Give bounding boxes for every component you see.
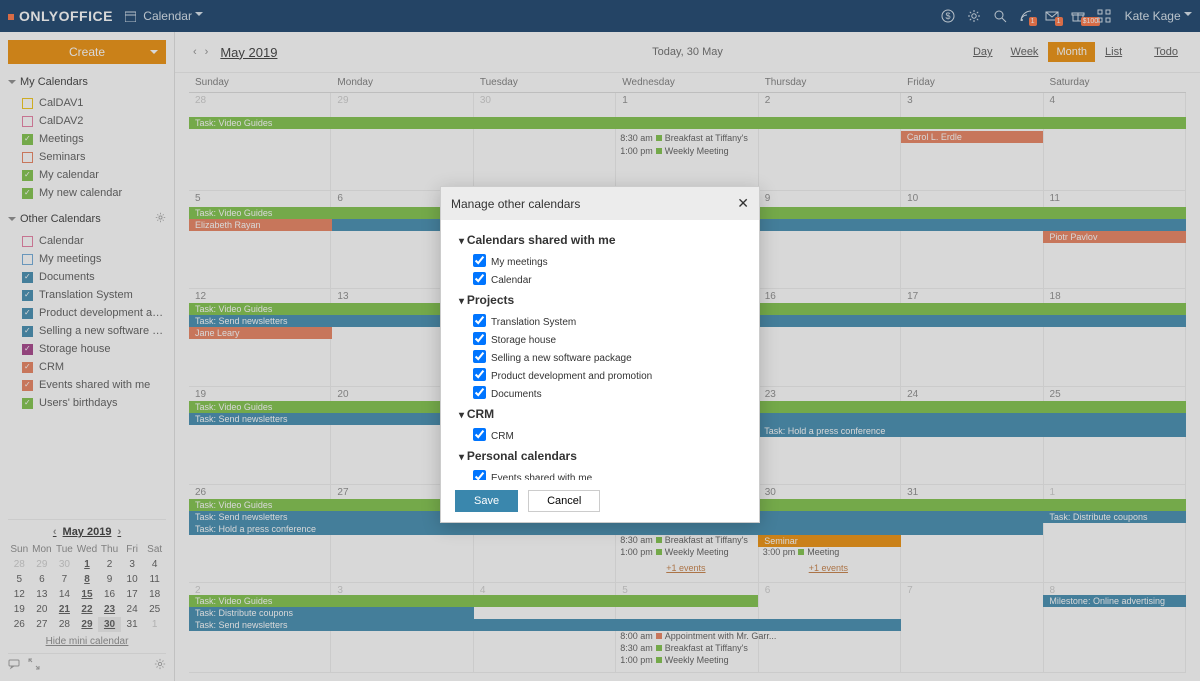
option-checkbox[interactable] — [473, 254, 486, 267]
modal-overlay: Manage other calendars ✕ Calendars shared… — [0, 0, 1200, 681]
option-checkbox[interactable] — [473, 272, 486, 285]
calendar-option[interactable]: Product development and promotion — [459, 366, 741, 384]
calendar-option[interactable]: Calendar — [459, 270, 741, 288]
cancel-button[interactable]: Cancel — [528, 490, 600, 512]
option-checkbox[interactable] — [473, 470, 486, 480]
section-projects[interactable]: Projects — [459, 293, 741, 307]
section-shared[interactable]: Calendars shared with me — [459, 233, 741, 247]
section-personal[interactable]: Personal calendars — [459, 449, 741, 463]
calendar-option[interactable]: Translation System — [459, 312, 741, 330]
calendar-option[interactable]: My meetings — [459, 252, 741, 270]
option-checkbox[interactable] — [473, 386, 486, 399]
calendar-option[interactable]: CRM — [459, 426, 741, 444]
calendar-option[interactable]: Events shared with me — [459, 468, 741, 480]
option-checkbox[interactable] — [473, 332, 486, 345]
manage-calendars-dialog: Manage other calendars ✕ Calendars shared… — [440, 186, 760, 523]
calendar-option[interactable]: Documents — [459, 384, 741, 402]
close-icon[interactable]: ✕ — [737, 195, 749, 212]
calendar-option[interactable]: Storage house — [459, 330, 741, 348]
dialog-title: Manage other calendars — [451, 197, 580, 211]
section-crm[interactable]: CRM — [459, 407, 741, 421]
option-checkbox[interactable] — [473, 428, 486, 441]
save-button[interactable]: Save — [455, 490, 518, 512]
option-checkbox[interactable] — [473, 314, 486, 327]
option-checkbox[interactable] — [473, 368, 486, 381]
calendar-option[interactable]: Selling a new software package — [459, 348, 741, 366]
option-checkbox[interactable] — [473, 350, 486, 363]
